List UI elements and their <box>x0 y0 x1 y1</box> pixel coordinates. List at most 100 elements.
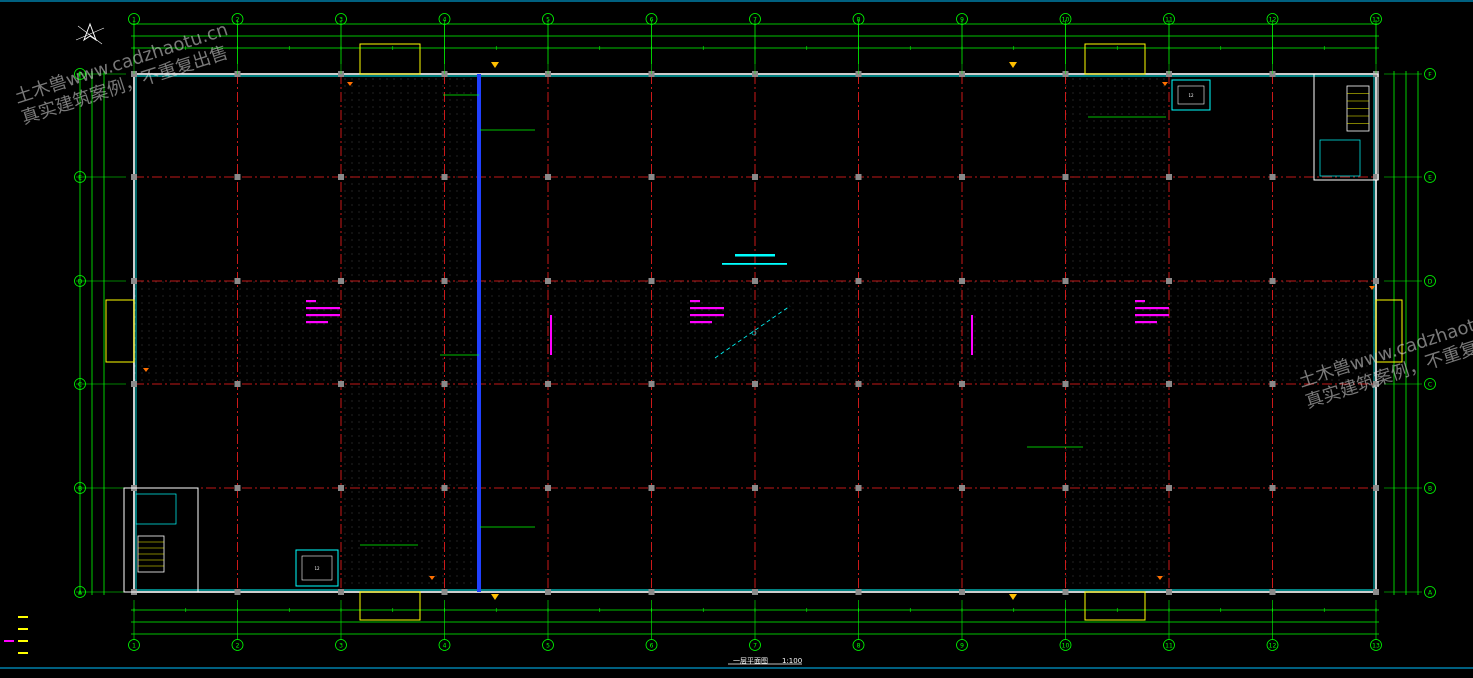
column <box>855 381 862 387</box>
annotation-text-block <box>306 300 316 303</box>
axis-bubble-left-label: D <box>78 279 83 286</box>
column <box>1373 589 1379 595</box>
column <box>441 174 448 180</box>
column <box>648 174 655 180</box>
axis-bubble-top-label: 10 <box>1062 17 1070 24</box>
annotation-text-block <box>306 314 340 317</box>
column <box>855 278 862 284</box>
axis-bubble-bottom-label: 12 <box>1269 643 1277 650</box>
axis-bubble-top-label: 12 <box>1269 17 1277 24</box>
toilet-block-bottom-left <box>135 493 177 525</box>
column <box>338 278 344 284</box>
axis-bubble-bottom-label: 9 <box>960 643 964 650</box>
axis-bubble-top-label: 7 <box>753 17 757 24</box>
annotation-text-block <box>1135 314 1169 317</box>
legend-swatch <box>18 652 28 654</box>
column <box>1062 174 1069 180</box>
loading-dock <box>1084 43 1146 75</box>
column <box>1166 381 1172 387</box>
column <box>234 381 241 387</box>
annotation-text-block <box>690 314 724 317</box>
axis-bubble-left-label: B <box>78 486 82 493</box>
column <box>648 485 655 491</box>
column <box>855 174 862 180</box>
annotation-text-block <box>1135 307 1169 310</box>
axis-bubble-left-label: E <box>78 175 82 182</box>
axis-bubble-top-label: 2 <box>236 17 240 24</box>
column <box>752 589 758 595</box>
axis-bubble-left-label: C <box>78 382 82 389</box>
floor-plan-drawing: 1122334455667788991010111112121313A AB BC C… <box>0 0 1473 669</box>
axis-bubble-top-label: 13 <box>1372 17 1380 24</box>
annotation-text-block <box>1135 321 1157 324</box>
axis-bubble-right-label: F <box>1428 72 1432 79</box>
small-room-label: 12 <box>314 566 320 571</box>
column <box>234 589 241 595</box>
title-text: 一层平面图 <box>733 657 768 665</box>
legend-swatch <box>18 628 28 630</box>
column <box>234 174 241 180</box>
axis-bubble-top-label: 6 <box>650 17 654 24</box>
axis-bubble-right-label: B <box>1428 486 1432 493</box>
axis-bubble-top-label: 4 <box>443 17 447 24</box>
axis-bubble-bottom-label: 2 <box>236 643 240 650</box>
north-arrow-ray <box>77 25 103 45</box>
column <box>1269 589 1276 595</box>
axis-bubble-bottom-label: 4 <box>443 643 447 650</box>
axis-bubble-right-label: D <box>1428 279 1433 286</box>
section-marker <box>1009 594 1017 600</box>
column <box>234 485 241 491</box>
column <box>1373 485 1379 491</box>
column <box>959 381 965 387</box>
column <box>131 174 137 180</box>
center-title-text <box>735 254 775 257</box>
annotation-text-block <box>1135 300 1145 303</box>
column <box>855 589 862 595</box>
axis-bubble-bottom-label: 11 <box>1165 643 1173 650</box>
column <box>131 278 137 284</box>
loading-dock <box>359 591 421 621</box>
column <box>959 174 965 180</box>
column <box>1373 278 1379 284</box>
column <box>752 174 758 180</box>
column <box>1062 485 1069 491</box>
column <box>545 589 551 595</box>
axis-bubble-right-label: E <box>1428 175 1432 182</box>
column <box>441 381 448 387</box>
axis-bubble-bottom-label: 7 <box>753 643 757 650</box>
column <box>1166 485 1172 491</box>
column <box>752 381 758 387</box>
axis-bubble-top-label: 8 <box>857 17 861 24</box>
small-room-label: 12 <box>1188 93 1194 98</box>
annotation-text-block <box>690 307 724 310</box>
section-marker <box>491 594 499 600</box>
annotation-text-block <box>690 300 700 303</box>
column <box>338 485 344 491</box>
column <box>545 278 551 284</box>
axis-bubble-right-label: C <box>1428 382 1432 389</box>
side-door-left <box>105 299 135 363</box>
column <box>648 381 655 387</box>
column <box>1166 589 1172 595</box>
axis-bubble-top-label: 11 <box>1165 17 1173 24</box>
column <box>855 485 862 491</box>
annotation-text-block <box>306 307 340 310</box>
column <box>1062 381 1069 387</box>
column <box>338 174 344 180</box>
column <box>234 278 241 284</box>
column <box>1269 278 1276 284</box>
loading-dock <box>1084 591 1146 621</box>
column <box>752 485 758 491</box>
legend-swatch <box>18 616 28 618</box>
column <box>648 589 655 595</box>
column <box>648 278 655 284</box>
axis-bubble-bottom-label: 10 <box>1062 643 1070 650</box>
column <box>545 174 551 180</box>
service-wing-top-right <box>1313 73 1379 181</box>
column <box>959 278 965 284</box>
section-marker <box>1009 62 1017 68</box>
axis-bubble-bottom-label: 6 <box>650 643 654 650</box>
column <box>338 589 344 595</box>
drawing-title: 一层平面图 1:100 <box>733 656 802 666</box>
column <box>1062 589 1069 595</box>
